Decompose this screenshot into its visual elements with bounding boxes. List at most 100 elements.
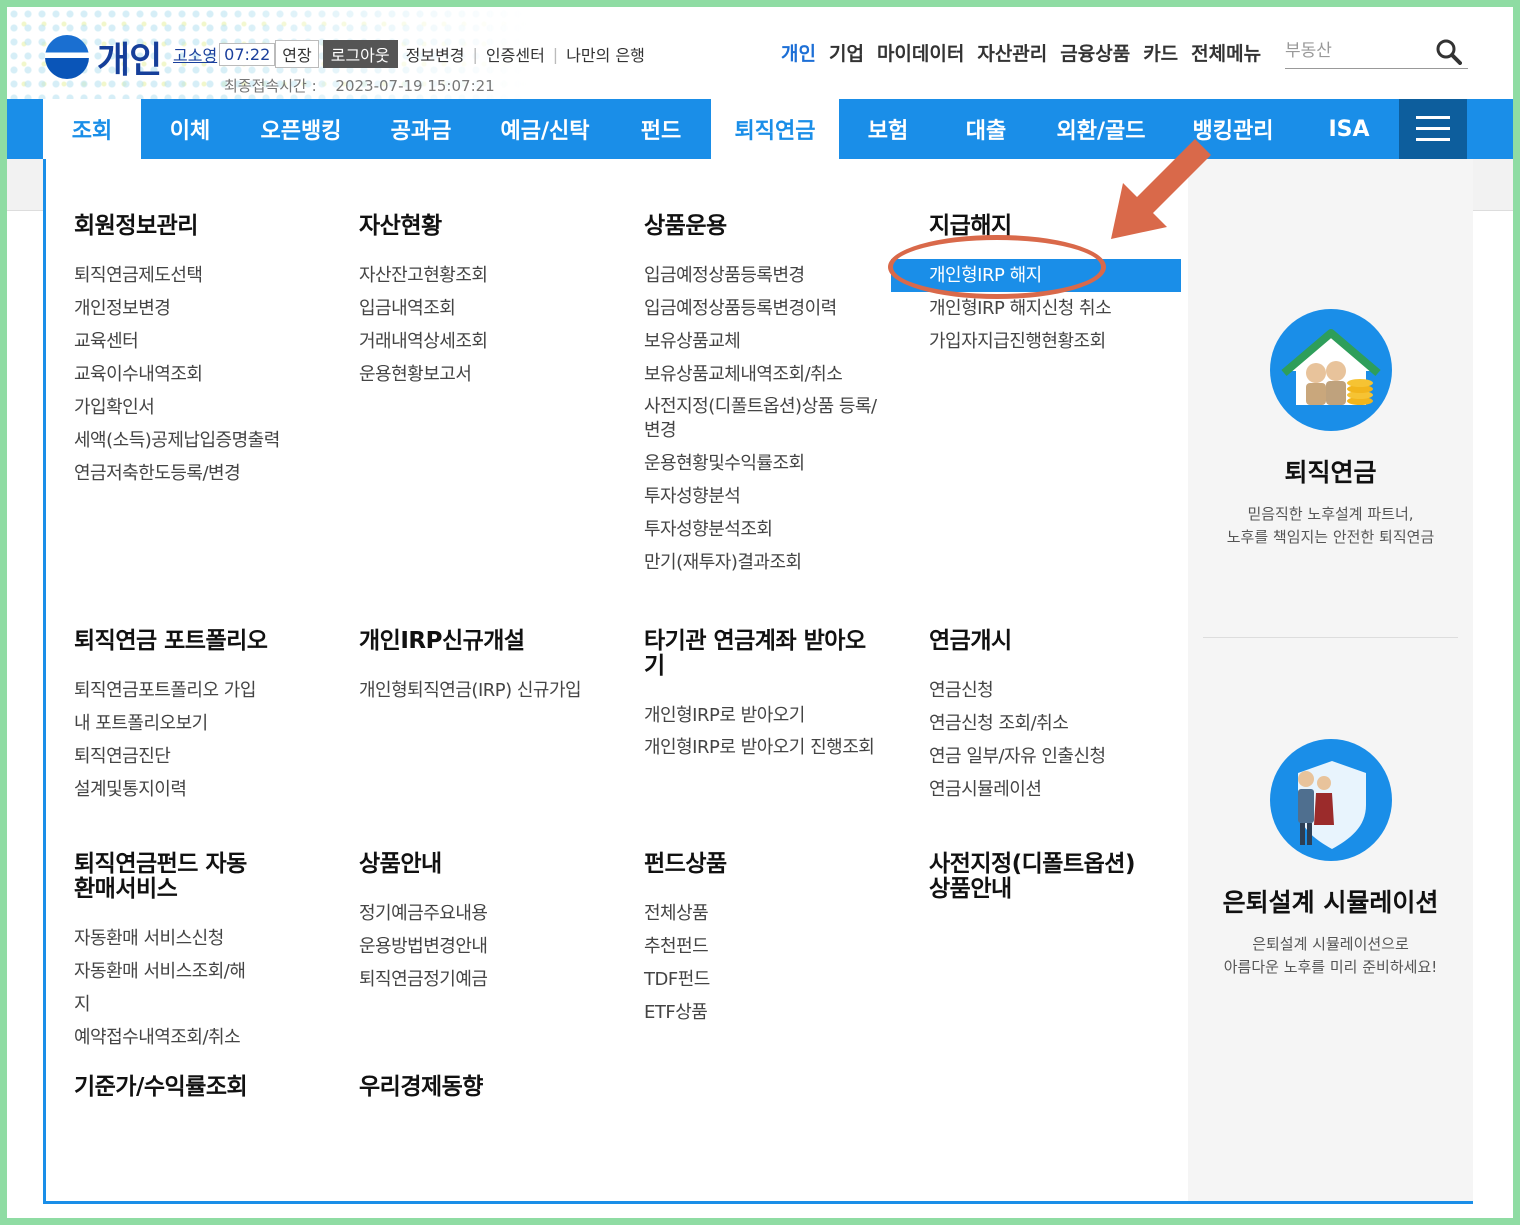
- menu-item[interactable]: 자동환매 서비스조회/해지: [74, 955, 254, 1021]
- menu-item[interactable]: 퇴직연금포트폴리오 가입: [74, 674, 354, 707]
- menu-item[interactable]: 개인형퇴직연금(IRP) 신규가입: [359, 674, 639, 707]
- menu-item[interactable]: 자산잔고현황조회: [359, 259, 639, 292]
- menu-item[interactable]: 설계및통지이력: [74, 773, 354, 806]
- promo-retire-sim[interactable]: 은퇴설계 시뮬레이션 은퇴설계 시뮬레이션으로 아름다운 노후를 미리 준비하세…: [1188, 739, 1473, 979]
- group-title-link[interactable]: 기준가/수익률조회: [74, 1075, 354, 1100]
- menu-item[interactable]: 교육이수내역조회: [74, 358, 354, 391]
- hamburger-menu-icon[interactable]: [1399, 99, 1467, 159]
- menu-products[interactable]: 금융상품: [1060, 39, 1130, 66]
- divider: |: [472, 44, 478, 64]
- group-title-link[interactable]: 우리경제동향: [359, 1075, 639, 1100]
- group-title: 타기관 연금계좌 받아오기: [644, 628, 866, 679]
- menu-mydata[interactable]: 마이데이터: [877, 39, 964, 66]
- menu-all[interactable]: 전체메뉴: [1191, 39, 1261, 66]
- link-cert-center[interactable]: 인증센터: [486, 42, 545, 66]
- search-box: [1285, 37, 1468, 69]
- menu-item[interactable]: 가입확인서: [74, 391, 354, 424]
- pointer-arrow-icon: [1111, 139, 1211, 239]
- menu-item[interactable]: 정기예금주요내용: [359, 897, 639, 930]
- group-product-operation: 상품운용 입금예정상품등록변경 입금예정상품등록변경이력 보유상품교체 보유상품…: [644, 214, 884, 579]
- menu-item[interactable]: 퇴직연금정기예금: [359, 963, 639, 996]
- nav-utility[interactable]: 공과금: [363, 99, 479, 159]
- group-auto-redemption: 퇴직연금펀드 자동환매서비스 자동환매 서비스신청 자동환매 서비스조회/해지 …: [74, 852, 254, 1054]
- menu-item[interactable]: 퇴직연금진단: [74, 740, 354, 773]
- user-name[interactable]: 고소영: [173, 42, 217, 66]
- menu-item[interactable]: 운용현황보고서: [359, 358, 639, 391]
- menu-item[interactable]: 연금 일부/자유 인출신청: [929, 740, 1209, 773]
- group-member-info: 회원정보관리 퇴직연금제도선택 개인정보변경 교육센터 교육이수내역조회 가입확…: [74, 214, 354, 490]
- menu-item[interactable]: 연금저축한도등록/변경: [74, 457, 354, 490]
- promo-sim-line1: 은퇴설계 시뮬레이션으로: [1252, 935, 1409, 953]
- menu-item[interactable]: 개인형IRP로 받아오기 진행조회: [644, 732, 884, 764]
- group-portfolio: 퇴직연금 포트폴리오 퇴직연금포트폴리오 가입 내 포트폴리오보기 퇴직연금진단…: [74, 629, 354, 806]
- group-default-option: 사전지정(디폴트옵션) 상품안내: [929, 852, 1159, 902]
- group-title: 퇴직연금펀드 자동환매서비스: [74, 851, 247, 902]
- menu-item[interactable]: 운용방법변경안내: [359, 930, 639, 963]
- menu-asset[interactable]: 자산관리: [977, 39, 1047, 66]
- logo[interactable]: 개인: [45, 31, 162, 83]
- side-promo: 퇴직연금 믿음직한 노후설계 파트너, 노후를 책임지는 안전한 퇴직연금 은퇴…: [1188, 159, 1473, 1201]
- nav-transfer[interactable]: 이체: [141, 99, 239, 159]
- menu-item[interactable]: 내 포트폴리오보기: [74, 707, 354, 740]
- group-title-link[interactable]: 사전지정(디폴트옵션) 상품안내: [929, 852, 1159, 902]
- group-product-guide: 상품안내 정기예금주요내용 운용방법변경안내 퇴직연금정기예금: [359, 852, 639, 996]
- menu-item[interactable]: 가입자지급진행현황조회: [929, 325, 1209, 358]
- nav-fund[interactable]: 펀드: [611, 99, 711, 159]
- nav-isa[interactable]: ISA: [1299, 99, 1399, 159]
- menu-corporate[interactable]: 기업: [829, 39, 864, 66]
- nav-openbanking[interactable]: 오픈뱅킹: [239, 99, 363, 159]
- top-header: 개인 고소영 07:22 연장 로그아웃 정보변경 | 인증센터 | 나만의 은…: [7, 7, 1513, 99]
- menu-item[interactable]: 전체상품: [644, 897, 924, 930]
- menu-item[interactable]: 보유상품교체: [644, 325, 884, 358]
- menu-item[interactable]: 투자성향분석조회: [644, 513, 884, 546]
- menu-item[interactable]: 퇴직연금제도선택: [74, 259, 354, 292]
- top-right-menu: 개인 기업 마이데이터 자산관리 금융상품 카드 전체메뉴: [781, 39, 1261, 66]
- menu-item[interactable]: 개인정보변경: [74, 292, 354, 325]
- menu-item[interactable]: 예약접수내역조회/취소: [74, 1021, 254, 1054]
- menu-item[interactable]: 입금예정상품등록변경: [644, 259, 884, 292]
- group-asset-status: 자산현황 자산잔고현황조회 입금내역조회 거래내역상세조회 운용현황보고서: [359, 214, 639, 391]
- retirement-couple-icon: [1269, 739, 1392, 861]
- menu-item[interactable]: 교육센터: [74, 325, 354, 358]
- logo-text: 개인: [97, 40, 162, 81]
- menu-item[interactable]: 연금시뮬레이션: [929, 773, 1209, 806]
- last-login-label: 최종접속시간 :: [224, 77, 317, 95]
- menu-item[interactable]: 입금예정상품등록변경이력: [644, 292, 884, 325]
- menu-item[interactable]: TDF펀드: [644, 963, 924, 996]
- nav-insurance[interactable]: 보험: [839, 99, 937, 159]
- menu-item[interactable]: 세액(소득)공제납입증명출력: [74, 424, 354, 457]
- menu-item[interactable]: ETF상품: [644, 996, 924, 1029]
- menu-item[interactable]: 보유상품교체내역조회/취소: [644, 358, 884, 391]
- menu-item[interactable]: 추천펀드: [644, 930, 924, 963]
- menu-item[interactable]: 연금신청 조회/취소: [929, 707, 1209, 740]
- link-my-bank[interactable]: 나만의 은행: [566, 42, 645, 66]
- group-economy: 우리경제동향: [359, 1075, 639, 1100]
- highlight-ellipse: [888, 235, 1106, 299]
- group-nav-yield: 기준가/수익률조회: [74, 1075, 354, 1100]
- link-info-change[interactable]: 정보변경: [406, 42, 465, 66]
- logout-button[interactable]: 로그아웃: [322, 40, 398, 68]
- nav-deposit[interactable]: 예금/신탁: [479, 99, 611, 159]
- group-title: 연금개시: [929, 628, 1012, 654]
- menu-item[interactable]: 입금내역조회: [359, 292, 639, 325]
- menu-card[interactable]: 카드: [1143, 39, 1178, 66]
- menu-item[interactable]: 투자성향분석: [644, 480, 884, 513]
- promo-sim-title: 은퇴설계 시뮬레이션: [1222, 888, 1439, 917]
- menu-item[interactable]: 운용현황및수익률조회: [644, 447, 884, 480]
- menu-item[interactable]: 개인형IRP로 받아오기: [644, 699, 884, 732]
- extend-button[interactable]: 연장: [275, 40, 319, 68]
- promo-pension[interactable]: 퇴직연금 믿음직한 노후설계 파트너, 노후를 책임지는 안전한 퇴직연금: [1188, 309, 1473, 549]
- main-nav: 조회 이체 오픈뱅킹 공과금 예금/신탁 펀드 퇴직연금 보험 대출 외환/골드…: [7, 99, 1513, 159]
- group-title: 퇴직연금 포트폴리오: [74, 628, 268, 654]
- menu-item[interactable]: 사전지정(디폴트옵션)상품 등록/변경: [644, 391, 884, 447]
- menu-item[interactable]: 거래내역상세조회: [359, 325, 639, 358]
- search-icon[interactable]: [1436, 39, 1462, 65]
- nav-loan[interactable]: 대출: [937, 99, 1035, 159]
- menu-item[interactable]: 자동환매 서비스신청: [74, 922, 254, 955]
- menu-item[interactable]: 만기(재투자)결과조회: [644, 546, 884, 579]
- search-input[interactable]: [1285, 37, 1425, 65]
- nav-inquiry[interactable]: 조회: [43, 99, 141, 159]
- menu-personal[interactable]: 개인: [781, 39, 816, 66]
- nav-pension[interactable]: 퇴직연금: [711, 99, 839, 159]
- menu-item[interactable]: 연금신청: [929, 674, 1209, 707]
